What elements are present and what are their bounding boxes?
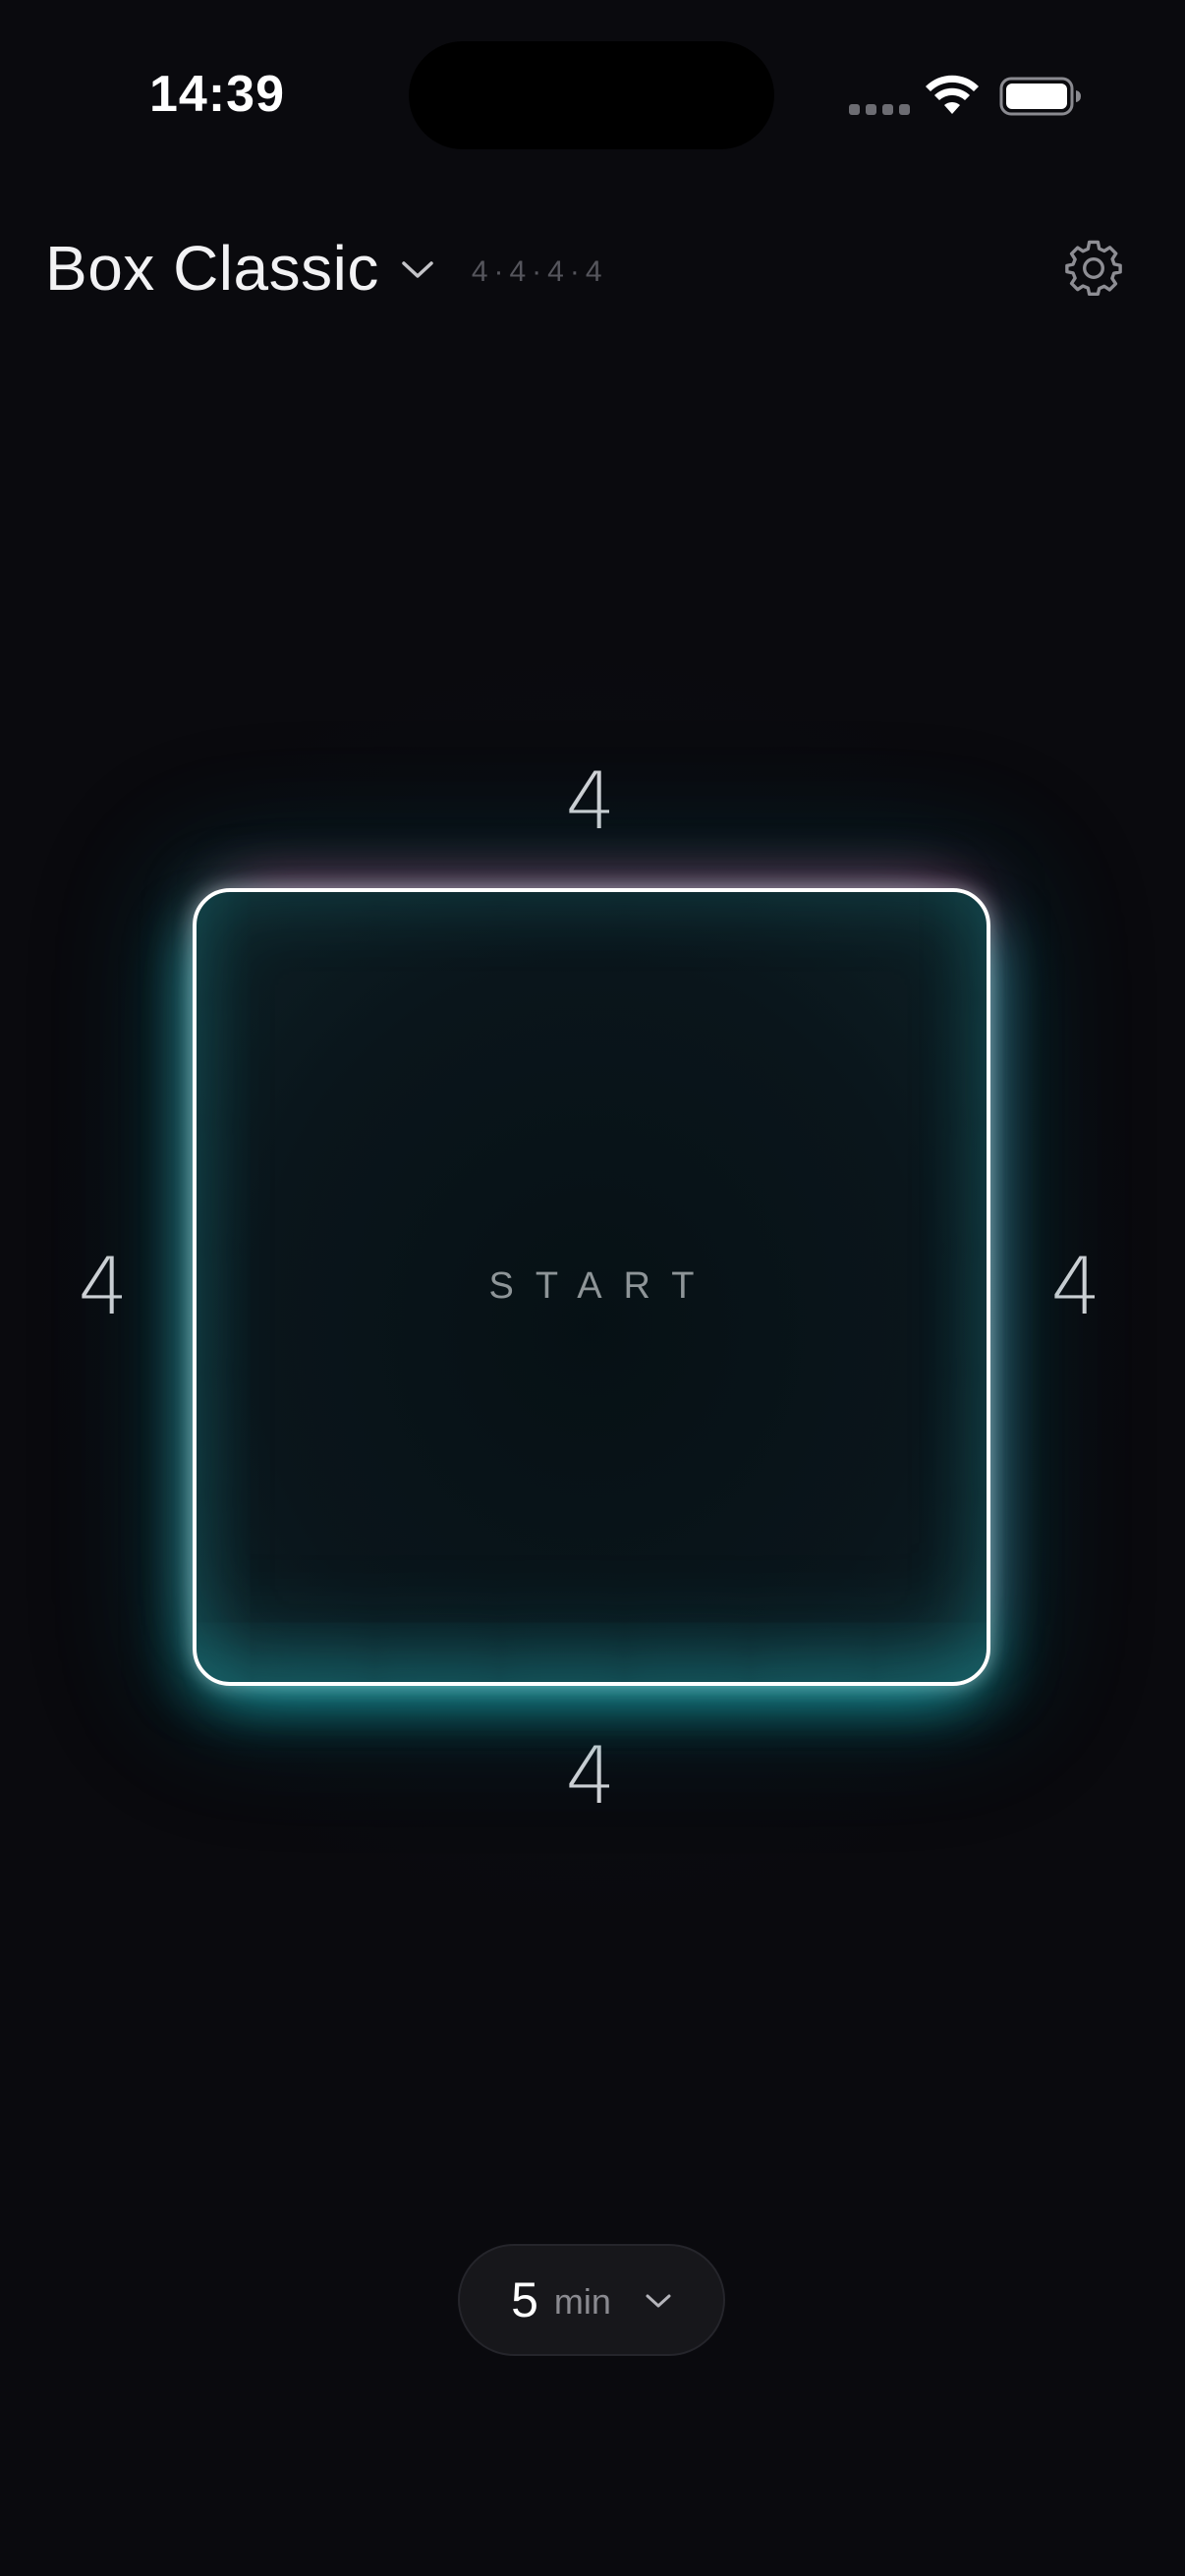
cellular-signal-icon [849, 104, 910, 115]
preset-selector[interactable]: Box Classic [45, 232, 379, 305]
preset-header: Box Classic 4·4·4·4 [45, 228, 608, 308]
inhale-count: 4 [565, 756, 616, 847]
chevron-down-icon[interactable] [401, 259, 434, 281]
hold-empty-count: 4 [78, 1241, 129, 1332]
preset-pattern: 4·4·4·4 [471, 255, 608, 288]
battery-icon [999, 77, 1081, 116]
chevron-down-icon [646, 2294, 671, 2308]
wifi-icon [926, 75, 979, 114]
app-screen: 14:39 Box Classic 4·4·4·4 4 4 4 4 START … [0, 0, 1185, 2576]
dynamic-island [409, 41, 774, 149]
status-time: 14:39 [149, 66, 285, 123]
gear-icon[interactable] [1063, 238, 1124, 299]
duration-value: 5 [511, 2272, 538, 2327]
duration-unit: min [553, 2281, 611, 2322]
hold-full-count: 4 [1050, 1241, 1101, 1332]
exhale-count: 4 [565, 1730, 616, 1821]
start-button[interactable]: START [193, 1265, 990, 1308]
duration-selector[interactable]: 5 min [458, 2244, 725, 2356]
